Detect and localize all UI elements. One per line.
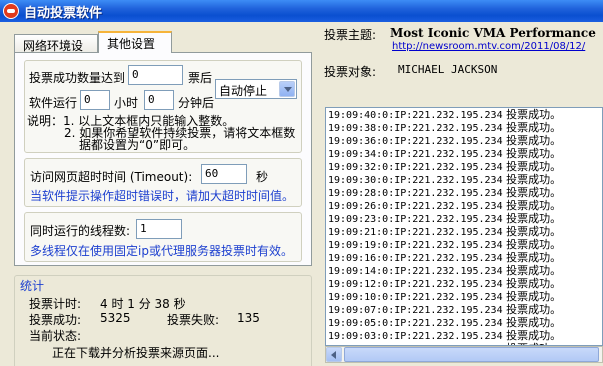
stats-title: 统计: [18, 277, 47, 294]
timeout-hint: 当软件提示操作超时错误时，请加大超时时间值。: [30, 189, 295, 203]
log-line: 19:09:23:0:IP:221.232.195.234 投票成功。: [326, 212, 602, 225]
success-value: 5325: [100, 311, 131, 325]
minutes-label: 分钟后: [178, 96, 215, 110]
runtime-label: 软件运行: [29, 96, 78, 110]
log-message: 投票成功。: [506, 160, 562, 173]
log-message: 投票成功。: [506, 225, 562, 238]
log-line: 19:09:16:0:IP:221.232.195.234 投票成功。: [326, 251, 602, 264]
app-icon: [3, 3, 19, 19]
log-message: 投票成功。: [506, 199, 562, 212]
success-label: 投票成功:: [29, 313, 82, 327]
log-time: 19:09:16:0:IP:221.232.195.234: [328, 253, 503, 264]
success-count-label: 投票成功数量达到: [29, 71, 126, 85]
log-line: 19:09:26:0:IP:221.232.195.234 投票成功。: [326, 199, 602, 212]
log-line: 19:09:36:0:IP:221.232.195.234 投票成功。: [326, 134, 602, 147]
after-label: 票后: [188, 71, 213, 85]
log-line: 19:09:14:0:IP:221.232.195.234 投票成功。: [326, 264, 602, 277]
log-message: 投票成功。: [506, 238, 562, 251]
log-message: 投票成功。: [506, 121, 562, 134]
log-message: 投票成功。: [506, 251, 562, 264]
vote-topic-label: 投票主题:: [324, 28, 377, 42]
status-label: 当前状态:: [29, 329, 82, 343]
log-time: 19:09:38:0:IP:221.232.195.234: [328, 123, 503, 134]
hours-input[interactable]: 0: [80, 90, 110, 110]
log-line: 19:09:12:0:IP:221.232.195.234 投票成功。: [326, 277, 602, 290]
log-line: 19:09:30:0:IP:221.232.195.234 投票成功。: [326, 173, 602, 186]
window-title: 自动投票软件: [24, 6, 103, 21]
threads-hint: 多线程仅在使用固定ip或代理服务器投票时有效。: [30, 244, 293, 258]
log-message: 投票成功。: [506, 316, 562, 329]
hours-label: 小时: [114, 96, 139, 110]
log-time: 19:09:21:0:IP:221.232.195.234: [328, 227, 503, 238]
log-line: 19:09:10:0:IP:221.232.195.234 投票成功。: [326, 290, 602, 303]
log-time: 19:09:23:0:IP:221.232.195.234: [328, 214, 503, 225]
log-line: 19:09:38:0:IP:221.232.195.234 投票成功。: [326, 121, 602, 134]
log-line: 19:09:05:0:IP:221.232.195.234 投票成功。: [326, 316, 602, 329]
vote-topic-value: Most Iconic VMA Performance: [390, 26, 596, 40]
timeout-unit: 秒: [256, 170, 269, 184]
stop-action-select[interactable]: 自动停止: [215, 79, 297, 99]
log-time: 19:09:40:0:IP:221.232.195.234: [328, 110, 503, 121]
log-line: 19:09:03:0:IP:221.232.195.234 投票成功。: [326, 329, 602, 342]
fail-value: 135: [237, 311, 260, 325]
log-line: 19:09:07:0:IP:221.232.195.234 投票成功。: [326, 303, 602, 316]
timeout-label: 访问网页超时时间 (Timeout):: [30, 170, 193, 184]
elapsed-label: 投票计时:: [29, 297, 82, 311]
log-message: 投票成功。: [506, 212, 562, 225]
log-time: 19:09:19:0:IP:221.232.195.234: [328, 240, 503, 251]
log-message: 投票成功。: [506, 264, 562, 277]
log-message: 投票成功。: [506, 173, 562, 186]
vote-source-link[interactable]: http://newsroom.mtv.com/2011/08/12/: [392, 41, 585, 52]
vote-target-value: MICHAEL JACKSON: [398, 63, 498, 76]
fail-label: 投票失败:: [167, 313, 220, 327]
log-message: 投票成功。: [506, 108, 562, 121]
log-message: 投票成功。: [506, 303, 562, 316]
log-message: 投票成功。: [506, 277, 562, 290]
window-titlebar: 自动投票软件: [0, 0, 603, 22]
tab-network-settings[interactable]: 网络环境设置: [14, 34, 98, 70]
log-time: 19:09:14:0:IP:221.232.195.234: [328, 266, 503, 277]
log-line: 19:09:32:0:IP:221.232.195.234 投票成功。: [326, 160, 602, 173]
log-time: 19:09:10:0:IP:221.232.195.234: [328, 292, 503, 303]
minutes-input[interactable]: 0: [144, 90, 174, 110]
log-time: 19:09:07:0:IP:221.232.195.234: [328, 305, 503, 316]
log-time: 19:09:12:0:IP:221.232.195.234: [328, 279, 503, 290]
timeout-input[interactable]: 60: [201, 164, 247, 184]
log-message: 投票成功。: [506, 186, 562, 199]
elapsed-value: 4 时 1 分 38 秒: [100, 297, 186, 311]
log-line: 19:09:28:0:IP:221.232.195.234 投票成功。: [326, 186, 602, 199]
log-line: 19:09:40:0:IP:221.232.195.234 投票成功。: [326, 108, 602, 121]
log-message: 投票成功。: [506, 329, 562, 342]
log-line: 19:09:19:0:IP:221.232.195.234 投票成功。: [326, 238, 602, 251]
log-message: 投票成功。: [506, 134, 562, 147]
log-time: 19:09:03:0:IP:221.232.195.234: [328, 331, 503, 342]
log-time: 19:09:26:0:IP:221.232.195.234: [328, 201, 503, 212]
log-message: 投票成功。: [506, 147, 562, 160]
log-time: 19:09:34:0:IP:221.232.195.234: [328, 149, 503, 160]
vote-log-list[interactable]: 19:09:40:0:IP:221.232.195.234 投票成功。 19:09…: [325, 107, 603, 346]
scroll-thumb[interactable]: [344, 347, 599, 362]
chevron-down-icon[interactable]: [279, 81, 295, 97]
log-line: 19:09:34:0:IP:221.232.195.234 投票成功。: [326, 147, 602, 160]
log-time: 19:09:30:0:IP:221.232.195.234: [328, 175, 503, 186]
threads-label: 同时运行的线程数:: [30, 224, 131, 238]
threads-input[interactable]: 1: [136, 219, 182, 239]
note-line-3: 据都设置为“0”即可。: [79, 138, 196, 152]
log-time: 19:09:28:0:IP:221.232.195.234: [328, 188, 503, 199]
log-time: 19:09:32:0:IP:221.232.195.234: [328, 162, 503, 173]
status-value: 正在下载并分析投票来源页面...: [52, 346, 220, 360]
log-time: 19:09:36:0:IP:221.232.195.234: [328, 136, 503, 147]
log-horizontal-scrollbar[interactable]: [325, 346, 603, 363]
success-count-input[interactable]: 0: [128, 65, 183, 85]
log-time: 19:09:05:0:IP:221.232.195.234: [328, 318, 503, 329]
stop-action-value: 自动停止: [219, 84, 268, 98]
log-line: 19:09:21:0:IP:221.232.195.234 投票成功。: [326, 225, 602, 238]
scroll-left-icon[interactable]: [326, 347, 342, 362]
tab-other-settings[interactable]: 其他设置: [98, 31, 172, 53]
log-message: 投票成功。: [506, 290, 562, 303]
vote-target-label: 投票对象:: [324, 65, 377, 79]
